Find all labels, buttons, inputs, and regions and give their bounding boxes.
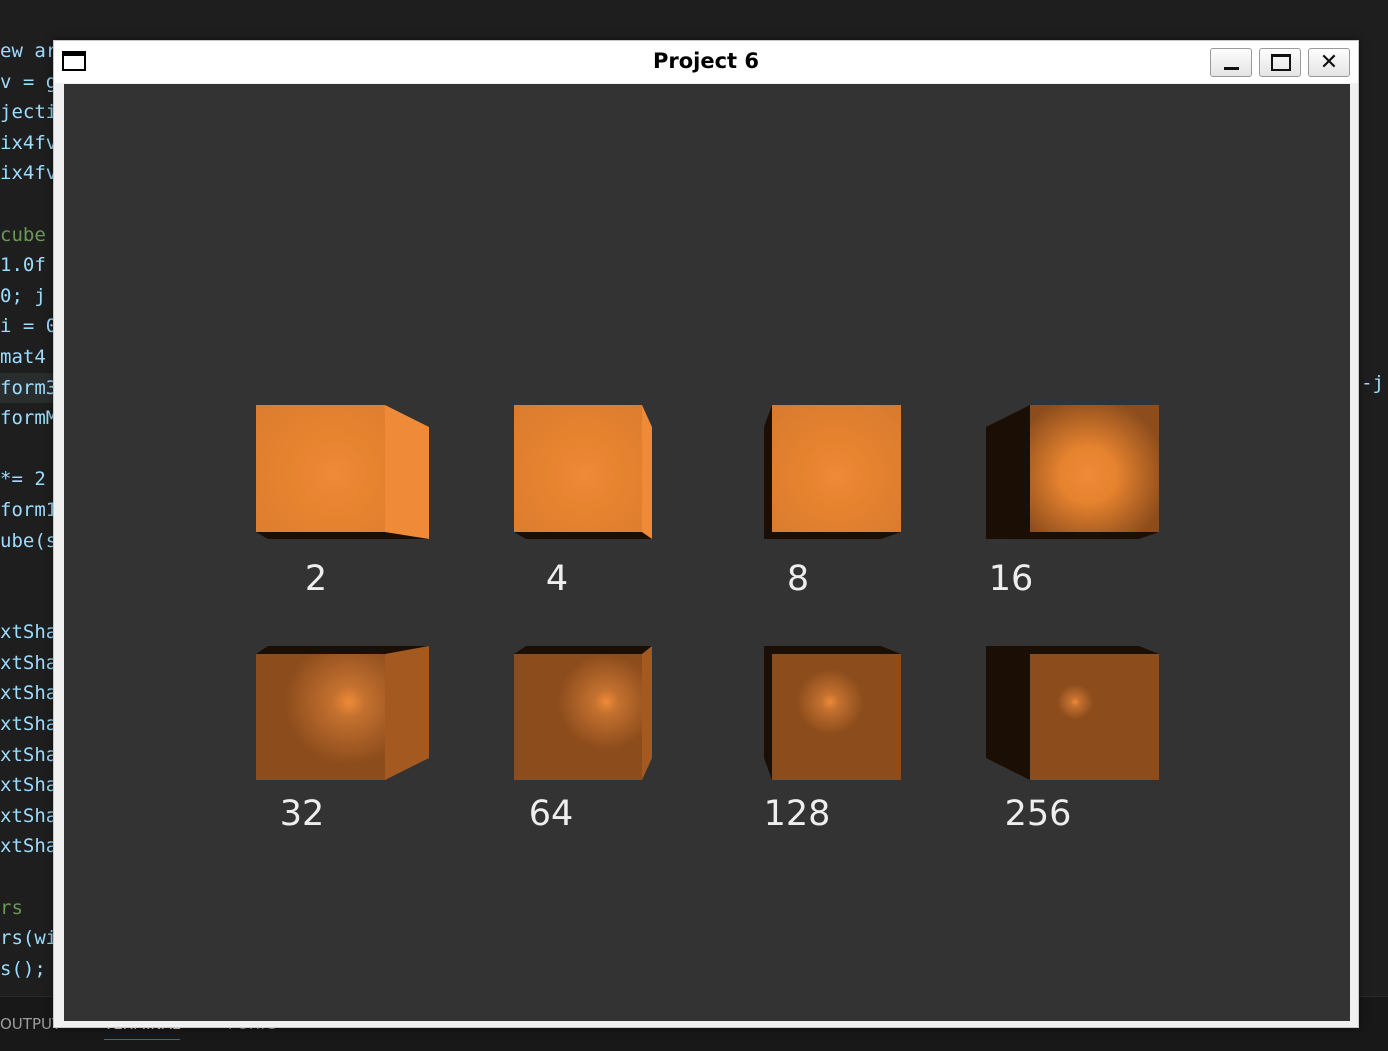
close-button[interactable]: ✕ [1308, 48, 1350, 77]
cube-label-16: 16 [988, 559, 1034, 599]
project-window: Project 6 ✕ 2 4 8 16 32 64 128 256 [53, 40, 1359, 1028]
cube-label-256: 256 [1004, 794, 1072, 834]
code-line: 0; j [0, 284, 46, 307]
title-bar[interactable]: Project 6 ✕ [54, 41, 1358, 83]
code-line: ew ar [0, 40, 58, 62]
cube-label-4: 4 [545, 559, 569, 599]
code-line: xtSha [0, 774, 58, 797]
code-line: xtSha [0, 835, 58, 858]
cube-label-64: 64 [528, 794, 574, 834]
minimize-icon [1224, 67, 1239, 70]
cube-shape [986, 646, 1159, 780]
code-line: ix4fv [0, 131, 58, 154]
render-canvas[interactable]: 2 4 8 16 32 64 128 256 [64, 84, 1350, 1021]
code-fragment-right: -j [1361, 372, 1384, 394]
maximize-icon [1271, 54, 1291, 71]
code-line: xtSha [0, 621, 58, 644]
cube-shape [514, 405, 652, 539]
cube-shape [256, 405, 429, 539]
code-line: mat4 [0, 345, 46, 368]
cube-label-8: 8 [786, 559, 810, 599]
cube-label-2: 2 [304, 559, 328, 599]
cube-32 [256, 646, 429, 780]
cube-label-128: 128 [763, 794, 831, 834]
code-line: i = 0 [0, 315, 58, 338]
cube-16 [986, 405, 1159, 539]
cube-shape [256, 646, 429, 780]
code-line: *= 2 [0, 468, 46, 491]
code-line: form3 [0, 372, 60, 404]
code-line: ube(s [0, 529, 58, 552]
cube-4 [514, 405, 652, 539]
code-line: formM [0, 407, 58, 430]
tab-output[interactable]: OUTPUT [0, 1015, 61, 1033]
cube-8 [764, 405, 901, 539]
cube-shape [764, 646, 901, 780]
cube-label-32: 32 [279, 794, 325, 834]
code-line: xtSha [0, 651, 58, 674]
code-line: 1.0f [0, 254, 46, 277]
minimize-button[interactable] [1210, 48, 1252, 77]
cube-shape [764, 405, 901, 539]
code-line: v = g [0, 70, 58, 93]
code-line: xtSha [0, 713, 58, 736]
code-line: jecti [0, 101, 58, 124]
code-line: s(); [0, 957, 46, 980]
code-line: cube [0, 223, 46, 246]
code-lines: ew ar v = g jecti ix4fv ix4fv cube 1.0f 0; j i… [0, 36, 60, 984]
code-line: form1 [0, 498, 58, 521]
code-line: ix4fv [0, 162, 58, 185]
maximize-button[interactable] [1259, 48, 1301, 77]
cube-shape [986, 405, 1159, 539]
cube-shape [514, 646, 652, 780]
cube-128 [764, 646, 901, 780]
window-title: Project 6 [652, 49, 760, 73]
code-line: xtSha [0, 743, 58, 766]
close-icon: ✕ [1319, 50, 1339, 75]
cube-64 [514, 646, 652, 780]
cube-256 [986, 646, 1159, 780]
code-line: rs [0, 896, 23, 919]
code-line: xtSha [0, 804, 58, 827]
code-line: xtSha [0, 682, 58, 705]
cube-2 [256, 405, 429, 539]
code-line: rs(wi [0, 927, 58, 950]
